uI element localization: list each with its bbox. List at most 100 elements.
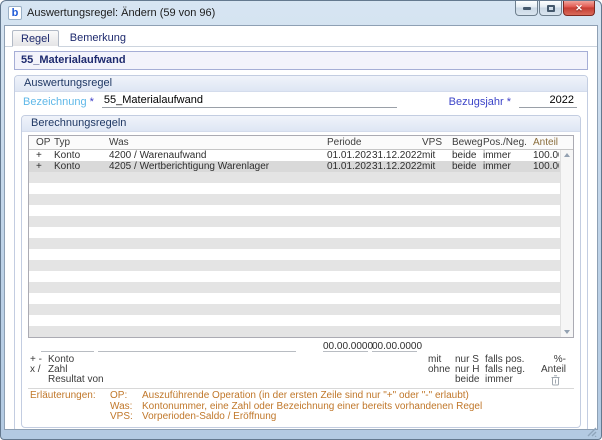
tab-strip: Regel Bemerkung [5,26,597,47]
erl-text-op: Auszuführende Operation (in der ersten Z… [142,390,469,401]
table-row-empty[interactable] [29,227,573,238]
legend-anteil-3 [541,375,583,386]
table-row-empty[interactable] [29,304,573,315]
table-row-empty[interactable] [29,194,573,205]
close-button[interactable]: ✕ [563,1,595,16]
bezeichnung-required-marker: * [89,96,94,108]
cell-beweg: beide [452,161,477,172]
fields-row: Bezeichnung * 55_Materialaufwand Bezugsj… [15,92,587,113]
legend-vps-2: ohne [428,364,451,375]
entry-periode-von-field[interactable]: 00.00.0000 [323,341,373,352]
vertical-scrollbar[interactable] [560,150,573,337]
cell-beweg: beide [452,150,477,161]
column-header-anteil: Anteil [533,137,559,148]
column-header-vps: VPS [422,137,443,148]
table-row-empty[interactable] [29,282,573,293]
cell-posneg: immer [483,161,511,172]
erl-key-vps: VPS: [110,411,133,422]
entry-op-field[interactable] [41,341,94,352]
legend-posneg-3: immer [485,374,513,385]
table-row-empty[interactable] [29,172,573,183]
table-row-selected[interactable]: + Konto 4205 / Wertberichtigung Warenlag… [29,161,573,172]
group-auswertungsregel: Auswertungsregel Bezeichnung * 55_Materi… [14,75,588,429]
app-icon: b [8,6,22,20]
table-header-row: OP Typ Was Periode VPS Beweg. Pos./Neg. … [29,136,573,150]
legend-vps-3 [428,375,455,385]
bezugsjahr-field[interactable]: 2022 [519,94,577,108]
table-row-empty[interactable] [29,315,573,326]
column-header-periode-bis [372,136,422,149]
legend-anteil-2 [541,365,583,375]
trash-icon[interactable] [551,375,560,386]
resize-grip[interactable] [585,425,597,437]
close-icon: ✕ [575,2,583,13]
column-header-periode-von: Periode [327,137,362,148]
erl-key-op: OP: [110,390,128,401]
cell-vps: mit [422,150,436,161]
table-body: + Konto 4200 / Warenaufwand 01.01.2022 3… [29,150,573,337]
app-window: b Auswertungsregel: Ändern (59 von 96) ✕… [0,0,602,440]
legend-was-2: Zahl [48,364,68,375]
title-bar[interactable]: b Auswertungsregel: Ändern (59 von 96) ✕ [1,1,601,25]
cell-op: + [36,150,42,161]
legend-was-1: Konto [48,354,75,365]
group-berechnungsregeln: Berechnungsregeln OP Typ Was Periode VPS… [21,115,581,428]
bezeichnung-label: Bezeichnung [23,96,87,108]
entry-row: 00.00.0000 00.00.0000 [28,340,574,352]
legend-separator [28,388,574,389]
erl-label-spacer [30,402,110,413]
legend-anteil-1: %-Anteil [541,354,567,375]
maximize-icon [546,4,555,12]
bezeichnung-field[interactable]: 55_Materialaufwand [101,94,397,108]
table-row-empty[interactable] [29,216,573,227]
window-title: Auswertungsregel: Ändern (59 von 96) [27,7,216,19]
tab-regel[interactable]: Regel [12,30,59,47]
table-row-empty[interactable] [29,205,573,216]
cell-typ: Konto [54,150,81,161]
table-row[interactable]: + Konto 4200 / Warenaufwand 01.01.2022 3… [29,150,573,161]
cell-was: 4205 / Wertberichtigung Warenlager [109,161,270,172]
entry-periode-bis-field[interactable]: 00.00.0000 [372,341,422,352]
cell-periode-von: 01.01.2022 [327,161,372,172]
tab-bemerkung[interactable]: Bemerkung [62,30,134,46]
erl-label-spacer [30,412,110,423]
erlaeuterungen-label: Erläuterungen: [30,390,96,401]
group-title-berechnungsregeln: Berechnungsregeln [22,116,580,132]
cell-typ: Konto [54,161,81,172]
rule-name-header: 55_Materialaufwand [14,51,588,70]
entry-was-field[interactable] [98,341,296,352]
table-row-empty[interactable] [29,238,573,249]
bezugsjahr-required-marker: * [506,96,511,108]
column-header-typ: Typ [54,137,71,148]
cell-periode-von: 01.01.2022 [327,150,372,161]
table-row-empty[interactable] [29,271,573,282]
minimize-button[interactable] [515,1,538,16]
cell-vps: mit [422,161,436,172]
legend-beweg-3: beide [455,374,480,385]
cell-posneg: immer [483,150,511,161]
table-row-empty[interactable] [29,293,573,304]
erlaeuterungen: Erläuterungen: OP: Auszuführende Operati… [28,390,574,423]
cell-anteil: 100.00% [533,161,559,172]
table-row-empty[interactable] [29,260,573,271]
bezugsjahr-label: Bezugsjahr [448,96,504,108]
scroll-up-icon[interactable] [564,153,570,157]
minimize-icon [522,6,531,10]
window-content: Regel Bemerkung 55_Materialaufwand Auswe… [4,25,598,430]
table-row-empty[interactable] [29,249,573,260]
table-row-empty[interactable] [29,326,573,337]
column-header-op: OP [36,137,51,148]
window-controls: ✕ [515,1,595,16]
column-header-beweg: Beweg. [452,137,483,148]
scroll-down-icon[interactable] [564,330,570,334]
cell-periode-bis: 31.12.2022 [372,150,422,161]
column-header-was: Was [109,137,129,148]
maximize-button[interactable] [539,1,562,16]
cell-periode-bis: 31.12.2022 [372,161,422,172]
group-title-auswertungsregel: Auswertungsregel [15,76,587,92]
column-header-posneg: Pos./Neg. [483,137,527,148]
legend-op-3 [30,375,48,385]
legend: + - Konto mit nur S falls pos. %-Anteil … [28,354,574,386]
table-row-empty[interactable] [29,183,573,194]
rules-table: OP Typ Was Periode VPS Beweg. Pos./Neg. … [28,135,574,338]
